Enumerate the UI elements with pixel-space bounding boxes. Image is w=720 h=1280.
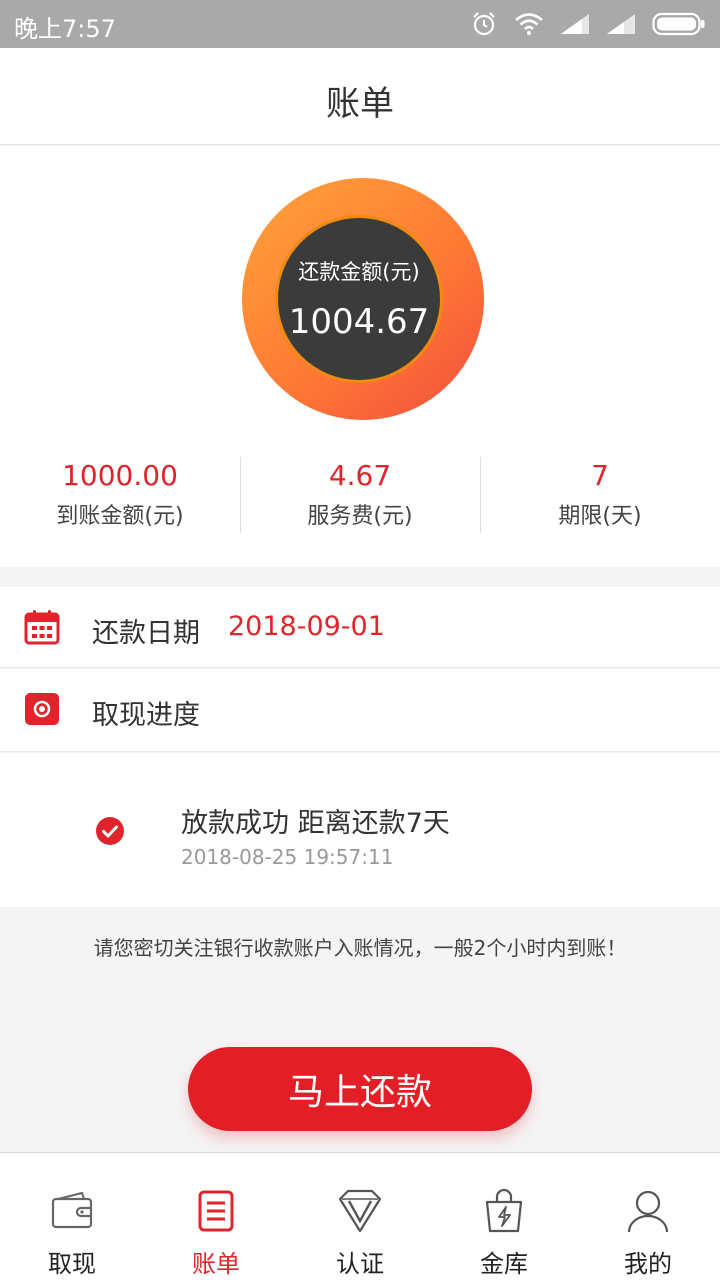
battery-icon <box>652 12 705 36</box>
stat-term: 7 期限(天) <box>480 451 720 541</box>
page-title: 账单 <box>326 84 394 124</box>
progress-event-title: 放款成功 距离还款7天 <box>181 808 450 839</box>
tab-verify[interactable]: 认证 <box>288 1153 432 1280</box>
arrival-notice: 请您密切关注银行收款账户入账情况，一般2个小时内到账！ <box>93 936 627 960</box>
due-date-value: 2018-09-01 <box>228 611 385 642</box>
bill-summary: 还款金额(元) 1004.67 1000.00 到账金额(元) 4.67 服务费… <box>0 146 720 567</box>
tab-mine[interactable]: 我的 <box>576 1153 720 1280</box>
tab-label: 认证 <box>336 1250 384 1278</box>
wifi-icon <box>515 13 543 35</box>
signal-icon <box>607 14 635 34</box>
signal-icon <box>561 14 589 34</box>
check-icon <box>96 817 124 845</box>
due-date-row: 还款日期 2018-09-01 <box>0 587 720 668</box>
repayment-ring: 还款金额(元) 1004.67 <box>242 178 484 420</box>
wallet-icon <box>51 1191 93 1229</box>
repayment-amount-label: 还款金额(元) <box>298 260 420 284</box>
status-bar: 晚上7:57 <box>0 0 720 48</box>
tab-withdraw[interactable]: 取现 <box>0 1153 144 1280</box>
stat-value: 4.67 <box>328 459 392 492</box>
repayment-amount: 1004.67 <box>288 302 430 342</box>
stat-label: 期限(天) <box>558 504 642 529</box>
alarm-icon <box>473 12 495 36</box>
stat-label: 到账金额(元) <box>56 504 184 529</box>
stat-value: 1000.00 <box>62 459 178 492</box>
bottom-tabbar: 取现 账单 认证 金库 我的 <box>0 1152 720 1280</box>
progress-event-time: 2018-08-25 19:57:11 <box>181 845 394 869</box>
user-icon <box>627 1190 669 1233</box>
progress-record-icon <box>25 693 59 725</box>
progress-label: 取现进度 <box>92 700 200 731</box>
verify-icon <box>338 1189 382 1233</box>
progress-event: 放款成功 距离还款7天 2018-08-25 19:57:11 <box>0 753 720 907</box>
tab-vault[interactable]: 金库 <box>432 1153 576 1280</box>
tab-label: 金库 <box>480 1250 528 1278</box>
tab-label: 取现 <box>48 1250 96 1278</box>
stat-service-fee: 4.67 服务费(元) <box>240 451 480 541</box>
repay-now-button[interactable]: 马上还款 <box>188 1047 532 1131</box>
repayment-ring-center: 还款金额(元) 1004.67 <box>275 215 443 383</box>
tab-label: 账单 <box>192 1250 240 1278</box>
progress-row[interactable]: 取现进度 <box>0 669 720 752</box>
due-date-label: 还款日期 <box>92 618 200 649</box>
tab-bill[interactable]: 账单 <box>144 1153 288 1280</box>
status-icons <box>470 10 706 38</box>
page-header: 账单 <box>0 48 720 145</box>
shopping-bag-icon <box>485 1188 523 1233</box>
calendar-icon <box>24 610 60 645</box>
stat-label: 服务费(元) <box>307 504 413 529</box>
bill-icon <box>198 1190 234 1232</box>
bill-stats: 1000.00 到账金额(元) 4.67 服务费(元) 7 期限(天) <box>0 451 720 541</box>
status-time: 晚上7:57 <box>14 15 116 43</box>
tab-label: 我的 <box>624 1250 672 1278</box>
stat-value: 7 <box>591 459 609 492</box>
stat-received-amount: 1000.00 到账金额(元) <box>0 451 240 541</box>
